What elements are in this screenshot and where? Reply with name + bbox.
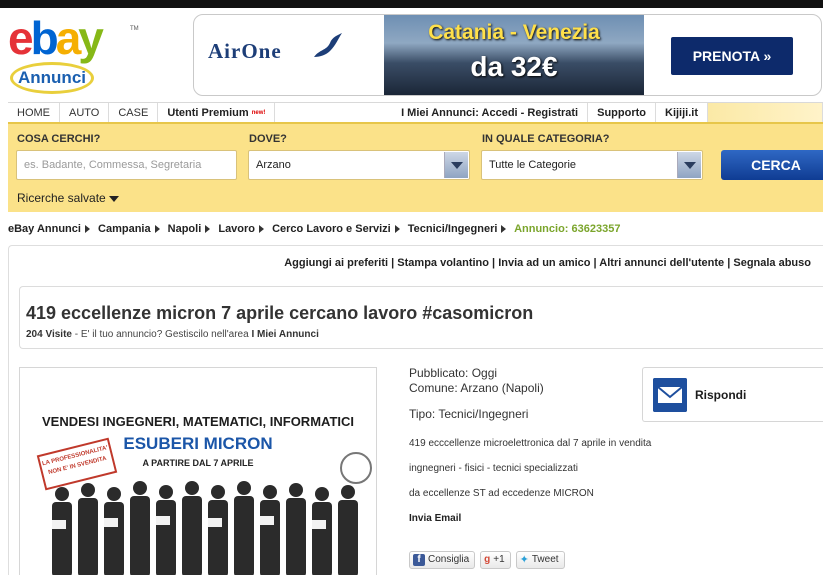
gplus-label: +1 <box>493 554 505 565</box>
saved-searches-label: Ricerche salvate <box>17 191 106 205</box>
banner-price: da 32€ <box>470 51 558 82</box>
tipo: Tipo: Tecnici/Ingegneri <box>409 407 529 421</box>
description-line-1: 419 ecccellenze microelettronica dal 7 a… <box>409 438 652 449</box>
facebook-label: Consiglia <box>428 554 470 565</box>
ad-id: Annuncio: 63623357 <box>514 223 621 235</box>
what-label: COSA CERCHI? <box>17 133 101 145</box>
send-email-link[interactable]: Invia Email <box>409 513 639 524</box>
add-favorites-link[interactable]: Aggiungi ai preferiti <box>284 257 388 269</box>
arrow-right-icon <box>394 225 400 234</box>
title-box: 419 eccellenze micron 7 aprile cercano l… <box>19 286 823 349</box>
airone-logo: AirOne <box>208 39 282 63</box>
arrow-right-icon <box>501 225 507 234</box>
prenota-button[interactable]: PRENOTA » <box>671 37 793 75</box>
ad-banner[interactable]: AirOne Catania - Venezia da 32€ PRENOTA … <box>193 14 822 96</box>
search-bar: COSA CERCHI? es. Badante, Commessa, Segr… <box>8 124 823 212</box>
arrow-right-icon <box>259 225 265 234</box>
arrow-right-icon <box>205 225 211 234</box>
tweet-label: Tweet <box>531 554 559 565</box>
reply-label: Rispondi <box>695 388 747 402</box>
arrow-right-icon <box>84 225 90 234</box>
chevron-down-icon[interactable] <box>444 152 468 178</box>
top-nav: HOME AUTO CASE Utenti Premium new! I Mie… <box>8 102 823 124</box>
search-button[interactable]: CERCA <box>721 150 823 180</box>
caret-down-icon <box>108 195 119 202</box>
crumb-lavoro[interactable]: Lavoro <box>218 223 255 235</box>
print-flyer-link[interactable]: Stampa volantino <box>397 257 489 269</box>
nav-home[interactable]: HOME <box>8 103 60 122</box>
new-badge: new! <box>251 110 266 116</box>
description-line-2: ingnegneri - fisici - tecnici specializz… <box>409 463 578 474</box>
listing-details: Pubblicato: Oggi Comune: Arzano (Napoli)… <box>409 366 652 524</box>
banner-headline: Catania - Venezia <box>428 21 600 44</box>
where-label: DOVE? <box>249 133 287 145</box>
venice-photo: Catania - Venezia da 32€ <box>384 15 644 95</box>
nav-premium-label: Utenti Premium <box>167 107 249 119</box>
nav-trailing <box>708 103 823 122</box>
people-photo <box>52 481 358 575</box>
description-line-3: da eccellenze ST ad eccedenze MICRON <box>409 488 594 499</box>
where-value: Arzano <box>256 159 291 171</box>
report-abuse-link[interactable]: Segnala abuso <box>733 257 811 269</box>
nav-kijiji[interactable]: Kijiji.it <box>656 103 708 122</box>
twitter-icon: ✦ <box>519 554 529 566</box>
crumb-tecnici[interactable]: Tecnici/Ingegneri <box>408 223 498 235</box>
comune: Comune: Arzano (Napoli) <box>409 381 544 395</box>
crumb-napoli[interactable]: Napoli <box>168 223 202 235</box>
nav-case[interactable]: CASE <box>109 103 159 122</box>
send-friend-link[interactable]: Invia ad un amico <box>498 257 590 269</box>
social-buttons: f Consiglia g +1 ✦ Tweet <box>409 551 565 569</box>
gplus-button[interactable]: g +1 <box>480 551 511 569</box>
category-select[interactable]: Tutte le Categorie <box>481 150 703 180</box>
listing-panel: Aggiungi ai preferiti | Stampa volantino… <box>8 245 823 575</box>
swan-icon <box>314 33 342 57</box>
gplus-icon: g <box>484 554 491 565</box>
visits-line: 204 Visite - E' il tuo annuncio? Gestisc… <box>26 329 319 340</box>
nav-premium[interactable]: Utenti Premium new! <box>158 103 276 122</box>
nav-auto[interactable]: AUTO <box>60 103 110 122</box>
reply-button[interactable]: Rispondi <box>642 367 823 422</box>
facebook-icon: f <box>413 554 425 566</box>
category-label: IN QUALE CATEGORIA? <box>482 133 610 145</box>
nav-my-ads[interactable]: I Miei Annunci: Accedi - Registrati <box>392 103 589 122</box>
top-strip <box>0 0 823 8</box>
logo-word: ebay <box>8 12 104 64</box>
crumb-ebay-annunci[interactable]: eBay Annunci <box>8 223 81 235</box>
chevron-down-icon[interactable] <box>677 152 701 178</box>
category-value: Tutte le Categorie <box>489 159 577 171</box>
saved-searches[interactable]: Ricerche salvate <box>17 191 119 205</box>
listing-actions: Aggiungi ai preferiti | Stampa volantino… <box>284 257 811 269</box>
breadcrumb: eBay Annunci Campania Napoli Lavoro Cerc… <box>8 223 620 235</box>
crumb-cerco-lavoro[interactable]: Cerco Lavoro e Servizi <box>272 223 391 235</box>
ebay-annunci-logo[interactable]: ebay TM Annunci <box>8 12 139 96</box>
where-select[interactable]: Arzano <box>248 150 470 180</box>
tweet-button[interactable]: ✦ Tweet <box>515 551 565 569</box>
published: Pubblicato: Oggi <box>409 366 498 380</box>
crumb-campania[interactable]: Campania <box>98 223 151 235</box>
annunci-sublogo: Annunci <box>10 62 94 94</box>
owner-note: - E' il tuo annuncio? Gestiscilo nell'ar… <box>74 329 249 340</box>
visit-count: 204 Visite <box>26 329 72 340</box>
my-ads-link[interactable]: I Miei Annunci <box>251 329 318 340</box>
listing-title: 419 eccellenze micron 7 aprile cercano l… <box>26 303 534 323</box>
envelope-icon <box>653 378 687 412</box>
image-line-1: VENDESI INGEGNERI, MATEMATICI, INFORMATI… <box>42 414 354 429</box>
listing-image[interactable]: VENDESI INGEGNERI, MATEMATICI, INFORMATI… <box>19 367 377 575</box>
trademark: TM <box>130 26 139 32</box>
facebook-like-button[interactable]: f Consiglia <box>409 551 476 569</box>
nav-support[interactable]: Supporto <box>588 103 656 122</box>
what-input[interactable]: es. Badante, Commessa, Segretaria <box>16 150 237 180</box>
other-ads-link[interactable]: Altri annunci dell'utente <box>599 257 724 269</box>
arrow-right-icon <box>154 225 160 234</box>
